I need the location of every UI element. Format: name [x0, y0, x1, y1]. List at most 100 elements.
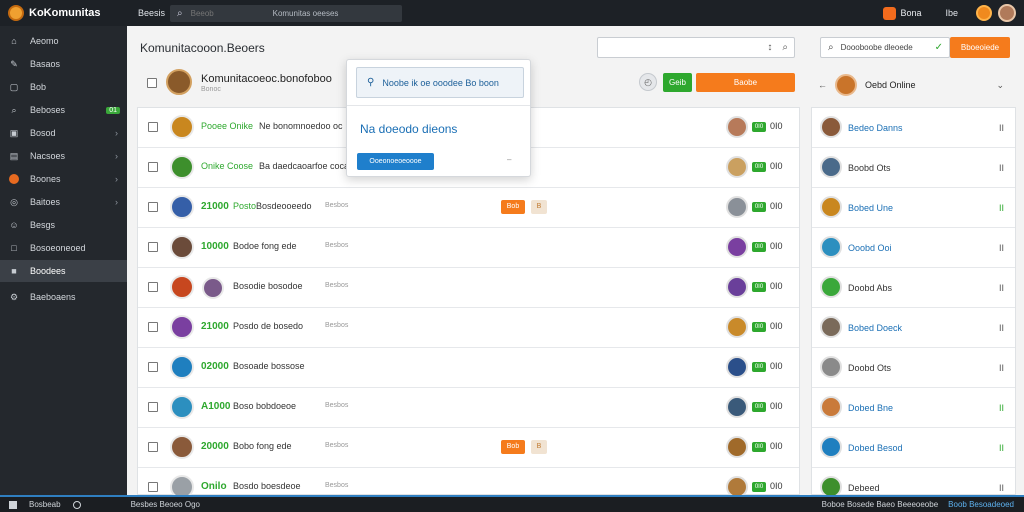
member-avatar[interactable]: [170, 155, 194, 179]
select-all-checkbox[interactable]: [147, 78, 157, 88]
sidebar-item[interactable]: ✎ Basaos: [0, 53, 127, 75]
user-label[interactable]: Bona: [900, 8, 921, 18]
row-checkbox[interactable]: [148, 242, 158, 252]
online-user-name[interactable]: Doobd Abs: [848, 283, 892, 293]
row-light-button[interactable]: B: [531, 200, 547, 214]
check-icon[interactable]: ✓: [935, 42, 943, 53]
online-user-name[interactable]: Debeed: [848, 483, 880, 493]
bottom-left-label[interactable]: Bosbeab: [29, 500, 61, 509]
list-item[interactable]: Dobed Bne II: [812, 388, 1015, 428]
table-row[interactable]: 21000 Posdo de bosedo Besbos 0I0 0I0: [138, 308, 799, 348]
table-row[interactable]: 10000 Bodoe fong ede Besbos 0I0 0I0: [138, 228, 799, 268]
list-item[interactable]: Ooobd Ooi II: [812, 228, 1015, 268]
list-item[interactable]: Boobd Ots II: [812, 148, 1015, 188]
member-avatar[interactable]: [170, 395, 194, 419]
row-right-avatar[interactable]: [726, 356, 748, 378]
chevron-down-icon[interactable]: ⌄: [996, 80, 1004, 91]
sidebar-item[interactable]: ⚙ Baeboaens: [0, 286, 127, 308]
row-light-button[interactable]: B: [531, 440, 547, 454]
online-user-name[interactable]: Boobd Ots: [848, 163, 891, 173]
top-search[interactable]: ⌕ Komunitas oeeses: [170, 4, 402, 22]
sidebar-item[interactable]: ⌕ Beboses 01: [0, 99, 127, 121]
row-checkbox[interactable]: [148, 202, 158, 212]
sidebar-item[interactable]: ☺ Besgs: [0, 214, 127, 236]
row-checkbox[interactable]: [148, 162, 158, 172]
sidebar-item[interactable]: ■ Boodees: [0, 260, 127, 282]
row-right-avatar[interactable]: [726, 276, 748, 298]
row-checkbox[interactable]: [148, 482, 158, 492]
list-item[interactable]: Bobed Doeck II: [812, 308, 1015, 348]
sidebar-item[interactable]: ▤ Nacsoes ›: [0, 145, 127, 167]
menu-icon[interactable]: [9, 500, 17, 509]
row-checkbox[interactable]: [148, 362, 158, 372]
member-name[interactable]: Onike Coose: [201, 161, 253, 171]
member-name[interactable]: Pooee Onike: [201, 121, 253, 131]
user-avatar[interactable]: [998, 4, 1016, 22]
search-icon[interactable]: ⌕: [782, 42, 788, 53]
right-action-button[interactable]: Bboeoiede: [950, 37, 1010, 58]
popup-field[interactable]: ⚲ Noobe ik oe ooodee Bo boon: [356, 67, 524, 98]
row-orange-button[interactable]: Bob: [501, 440, 525, 454]
table-row[interactable]: 20000 Bobo fong ede Besbos Bob B 0I0 0I0: [138, 428, 799, 468]
row-right-avatar[interactable]: [726, 236, 748, 258]
online-user-name[interactable]: Ooobd Ooi: [848, 243, 892, 253]
green-action-button[interactable]: Geib: [663, 73, 692, 92]
member-avatar[interactable]: [170, 315, 194, 339]
sidebar-item[interactable]: Boones ›: [0, 168, 127, 190]
member-avatar[interactable]: [170, 115, 194, 139]
sort-icon[interactable]: ↕: [767, 42, 772, 53]
online-user-name[interactable]: Dobed Besod: [848, 443, 903, 453]
sidebar-item[interactable]: ▢ Bob: [0, 76, 127, 98]
online-user-name[interactable]: Dobed Bne: [848, 403, 893, 413]
member-avatar[interactable]: [170, 435, 194, 459]
list-item[interactable]: Bobed Une II: [812, 188, 1015, 228]
row-checkbox[interactable]: [148, 442, 158, 452]
sidebar-item[interactable]: ▣ Bosod ›: [0, 122, 127, 144]
row-right-avatar[interactable]: [726, 316, 748, 338]
row-right-avatar[interactable]: [726, 196, 748, 218]
clock-icon[interactable]: ◴: [639, 73, 657, 91]
list-item[interactable]: Bedeo Danns II: [812, 108, 1015, 148]
notifications-link[interactable]: Ibe: [945, 8, 958, 18]
right-search-box[interactable]: ⌕ Doooboobe dleoede ✓: [820, 37, 950, 58]
list-item[interactable]: Doobd Abs II: [812, 268, 1015, 308]
row-checkbox[interactable]: [148, 322, 158, 332]
row-checkbox[interactable]: [148, 122, 158, 132]
online-user-name[interactable]: Bedeo Danns: [848, 123, 903, 133]
top-nav-link[interactable]: Beesis: [138, 8, 168, 18]
online-user-name[interactable]: Doobd Ots: [848, 363, 891, 373]
sidebar-item[interactable]: ◎ Baitoes ›: [0, 191, 127, 213]
fire-icon[interactable]: [883, 6, 897, 20]
row-right-avatar[interactable]: [726, 436, 748, 458]
brand[interactable]: KoKomunitas: [0, 5, 128, 21]
online-user-name[interactable]: Bobed Doeck: [848, 323, 902, 333]
list-item[interactable]: Dobed Besod II: [812, 428, 1015, 468]
member-avatar[interactable]: [170, 355, 194, 379]
back-arrow-icon[interactable]: ←: [818, 80, 827, 90]
row-orange-button[interactable]: Bob: [501, 200, 525, 214]
row-checkbox[interactable]: [148, 402, 158, 412]
row-right-avatar[interactable]: [726, 116, 748, 138]
list-item[interactable]: Doobd Ots II: [812, 348, 1015, 388]
circle-icon[interactable]: [72, 500, 81, 509]
top-search-input[interactable]: [190, 8, 261, 18]
popup-minimize-icon[interactable]: –: [507, 155, 511, 164]
main-search-box[interactable]: ↕ ⌕: [597, 37, 795, 58]
table-row[interactable]: 21000 Posto Bosdeooeedo Besbos Bob B 0I0 0I0: [138, 188, 799, 228]
row-right-avatar[interactable]: [726, 156, 748, 178]
orange-action-button[interactable]: Baobe: [696, 73, 795, 92]
sidebar-item[interactable]: ⌂ Aeomo: [0, 30, 127, 52]
table-row[interactable]: 02000 Bosoade bossose 0I0 0I0: [138, 348, 799, 388]
member-avatar[interactable]: [170, 275, 194, 299]
member-avatar[interactable]: [170, 235, 194, 259]
online-user-name[interactable]: Bobed Une: [848, 203, 893, 213]
bottom-right-link[interactable]: Boob Besoadeoed: [948, 500, 1014, 509]
row-checkbox[interactable]: [148, 282, 158, 292]
row-right-avatar[interactable]: [726, 396, 748, 418]
table-row[interactable]: A1000 Boso bobdoeoe Besbos 0I0 0I0: [138, 388, 799, 428]
member-name[interactable]: Posto: [233, 201, 256, 211]
popup-submit-button[interactable]: Ooeonoeoeoooe: [357, 153, 434, 170]
sidebar-item[interactable]: □ Bosoeoneoed: [0, 237, 127, 259]
table-row[interactable]: Bosodie bosodoe Besbos 0I0 0I0: [138, 268, 799, 308]
member-avatar[interactable]: [170, 195, 194, 219]
